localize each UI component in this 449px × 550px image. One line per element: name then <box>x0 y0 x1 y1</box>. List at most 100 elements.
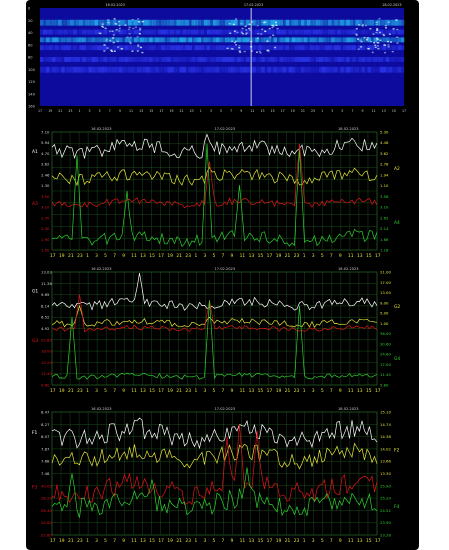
panel-date-label: 16.02.2023 <box>91 407 112 411</box>
spectrogram-peak <box>105 38 108 41</box>
spectrogram-cell <box>167 19 171 26</box>
spectrogram-cell <box>49 19 53 26</box>
spectrogram-cell <box>303 19 308 26</box>
spectrogram-cell <box>215 37 220 43</box>
spectrogram-cell <box>279 29 283 35</box>
spectrogram-cell <box>121 57 126 62</box>
spectrogram-peak <box>139 27 142 30</box>
spectrogram-cell <box>179 57 183 62</box>
spectrogram-cell <box>112 57 117 62</box>
spectrogram-cell <box>176 19 180 26</box>
right-axis-tick: 25.90 <box>380 483 391 488</box>
spectrogram-cell <box>158 37 162 43</box>
spectrogram-cell <box>194 57 199 62</box>
spectrogram-peak <box>248 23 251 25</box>
spectrogram-cell <box>76 19 80 26</box>
spectrogram-cell <box>103 19 108 26</box>
right-axis-tick: 17.00 <box>380 362 391 367</box>
spectrogram-cell <box>106 66 111 73</box>
spectrogram-cell <box>146 57 150 62</box>
spectrogram-peak <box>372 33 375 35</box>
x-hour-label: 11 <box>131 253 137 259</box>
spectrogram-cell <box>331 29 335 35</box>
spectrogram-cell <box>76 29 80 35</box>
spectrogram-cell <box>149 57 153 62</box>
spectrogram-cell <box>76 57 80 62</box>
spectrogram-cell <box>334 29 338 35</box>
spectrogram-cell <box>152 66 156 73</box>
spectrogram-peak <box>112 37 115 39</box>
x-hour-label: 15 <box>366 538 372 544</box>
spectrogram-cell <box>252 19 256 26</box>
x-hour-label: 17 <box>375 388 381 394</box>
spectrogram-cell <box>146 45 150 51</box>
x-hour-label: 15 <box>149 388 155 394</box>
spectrogram-hour-tick: 9 <box>240 109 242 113</box>
right-axis-tick: 9.00 <box>380 300 389 305</box>
spectrogram-cell <box>264 57 268 62</box>
spectrogram-cell <box>382 29 387 35</box>
spectrogram-cell <box>176 29 180 35</box>
right-axis-tick: 5.80 <box>380 383 389 388</box>
spectrogram-cell <box>367 66 371 73</box>
left-axis-tick: 3.10 <box>41 205 50 210</box>
spectrogram-cell <box>400 19 405 26</box>
spectrogram-peak <box>101 25 104 28</box>
spectrogram-cell <box>97 19 101 26</box>
spectrogram-cell <box>58 37 62 43</box>
spectrogram-cell <box>361 29 365 35</box>
spectrogram-cell <box>261 57 265 62</box>
spectrogram-cell <box>346 66 350 73</box>
spectrogram-cell <box>100 45 104 51</box>
spectrogram-peak <box>101 23 104 25</box>
spectrogram-peak <box>103 50 106 52</box>
spectrogram-peak <box>375 23 378 26</box>
spectrogram-cell <box>158 19 162 26</box>
x-hour-label: 13 <box>357 538 363 544</box>
spectrogram-cell <box>300 29 305 35</box>
left-axis-tick: 18.00 <box>41 349 52 354</box>
left-axis-tick: 11.36 <box>41 281 52 286</box>
spectrogram-peak <box>274 46 277 49</box>
spectrogram-cell <box>140 37 144 43</box>
left-axis-tick: 4.70 <box>41 151 50 156</box>
spectrogram-cell <box>303 57 308 62</box>
spectrogram-cell <box>294 19 299 26</box>
spectrogram-cell <box>46 29 50 35</box>
spectrogram-peak <box>396 28 399 31</box>
right-axis-tick: 5.30 <box>380 130 389 135</box>
spectrogram-cell <box>373 57 377 62</box>
spectrogram-cell <box>158 45 162 51</box>
spectrogram-cell <box>297 45 302 51</box>
spectrogram-cell <box>279 37 283 43</box>
spectrogram-cell <box>49 29 53 35</box>
spectrogram-cell <box>40 45 44 51</box>
spectrogram-cell <box>103 29 108 35</box>
spectrogram-cell <box>306 29 311 35</box>
spectrogram-cell <box>391 45 396 51</box>
spectrogram-cell <box>313 57 317 62</box>
x-hour-label: 3 <box>312 388 315 394</box>
spectrogram-peak <box>384 24 387 27</box>
spectrogram-cell <box>400 29 405 35</box>
spectrogram-cell <box>316 57 320 62</box>
spectrogram-hour-tick: 1 <box>321 109 323 113</box>
spectrogram-cell <box>100 57 104 62</box>
spectrogram-cell <box>131 37 135 43</box>
spectrogram-cell <box>313 45 317 51</box>
spectrogram-peak <box>374 46 377 49</box>
spectrogram-cell <box>352 45 356 51</box>
right-series-name: A2 <box>394 166 400 172</box>
spectrogram-cell <box>258 45 262 51</box>
spectrogram-cell <box>370 19 374 26</box>
spectrogram-cell <box>197 66 202 73</box>
spectrogram-cell <box>64 66 68 73</box>
spectrogram-cell <box>46 37 50 43</box>
spectrogram-cell <box>267 57 271 62</box>
panel-date-label: 17.02.2023 <box>215 407 236 411</box>
spectrogram-cell <box>231 57 235 62</box>
spectrogram-cell <box>385 66 390 73</box>
spectrogram-cell <box>282 66 286 73</box>
x-hour-label: 17 <box>50 538 56 544</box>
panel-date-label: 16.02.2023 <box>91 127 112 131</box>
